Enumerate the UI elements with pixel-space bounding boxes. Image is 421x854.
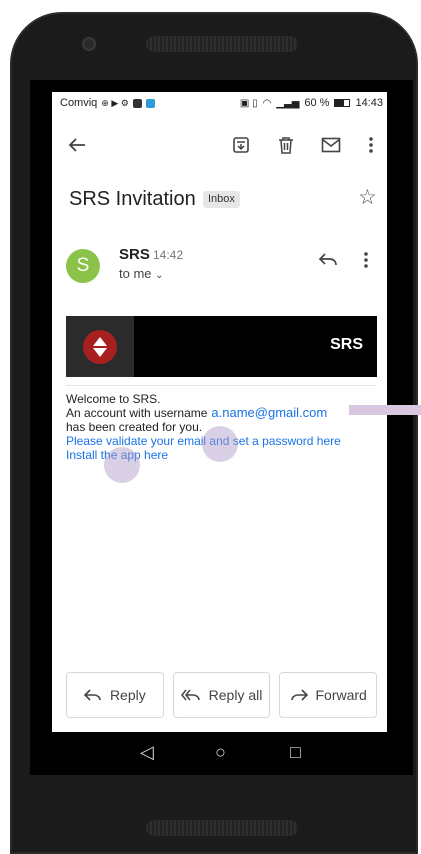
email-subject: SRS Invitation [69, 188, 196, 210]
battery-percent: 60 % [304, 97, 330, 109]
logo-emblem-icon [83, 329, 117, 364]
pointer-marker [349, 405, 421, 415]
email-banner: SRS [66, 316, 377, 377]
archive-icon[interactable] [230, 134, 252, 156]
body-line-welcome: Welcome to SRS. [66, 392, 161, 406]
body-line-username: An account with username a.name@gmail.com [66, 405, 341, 421]
mail-icon[interactable] [320, 134, 342, 156]
username-prefix: An account with username [66, 406, 208, 420]
srs-logo [66, 316, 134, 377]
wifi-icon: ◠ [262, 97, 272, 109]
star-icon[interactable]: ☆ [358, 185, 377, 210]
status-bar: Comviq ⊕ ▶ ⚙ ▣ ▯ ◠ ▁▃▅ 60 % 14:43 [52, 92, 387, 114]
nav-home-icon[interactable]: ○ [215, 742, 226, 763]
reply-all-icon [180, 689, 200, 701]
battery-icon [334, 99, 351, 107]
banner-title: SRS [330, 336, 363, 353]
forward-button-label: Forward [315, 687, 367, 703]
touch-indicator [104, 447, 140, 483]
reply-arrow-icon [83, 689, 101, 701]
nav-back-icon[interactable]: ◁ [140, 742, 154, 763]
action-bar: Reply Reply all Forward [66, 672, 378, 718]
reply-all-button-label: Reply all [208, 687, 263, 703]
message-more-icon[interactable] [364, 252, 368, 273]
speaker-grille-top [146, 36, 298, 52]
recipient-label: to me [119, 266, 152, 281]
more-vert-icon[interactable] [360, 134, 382, 156]
signal-icon: ▁▃▅ [276, 97, 300, 109]
inbox-label[interactable]: Inbox [203, 191, 240, 208]
sender-name: SRS [119, 246, 150, 263]
battery-saver-icon [132, 98, 142, 108]
chevron-down-icon: ⌄ [155, 270, 164, 281]
clock: 14:43 [355, 97, 383, 109]
notification-icon: ⊕ ▶ ⚙ [101, 97, 129, 108]
email-time: 14:42 [153, 248, 184, 262]
nfc-icon: ▣ ▯ [239, 97, 258, 109]
camera-dot [82, 37, 96, 51]
reply-all-button[interactable]: Reply all [172, 672, 271, 718]
touch-indicator [202, 426, 238, 462]
body-line-created: has been created for you. [66, 420, 203, 434]
reply-button-label: Reply [109, 687, 146, 703]
reply-button[interactable]: Reply [66, 672, 164, 718]
recipient-details[interactable]: to me ⌄ [119, 266, 164, 281]
speaker-grille-bottom [146, 820, 298, 836]
trash-icon[interactable] [275, 134, 297, 156]
back-arrow-icon[interactable] [66, 134, 88, 156]
avatar[interactable]: S [66, 249, 100, 283]
android-nav-bar: ◁ ○ □ [52, 732, 387, 774]
forward-button[interactable]: Forward [279, 672, 378, 718]
email-toolbar [52, 124, 387, 164]
username-email-link[interactable]: a.name@gmail.com [211, 405, 327, 420]
forward-icon [290, 689, 308, 701]
app-notification-icon [145, 98, 155, 108]
reply-icon[interactable] [318, 252, 338, 271]
gmail-screen: Comviq ⊕ ▶ ⚙ ▣ ▯ ◠ ▁▃▅ 60 % 14:43 SRS In… [52, 92, 387, 732]
carrier-label: Comviq [60, 97, 98, 109]
divider [66, 385, 377, 386]
nav-recents-icon[interactable]: □ [290, 742, 301, 763]
